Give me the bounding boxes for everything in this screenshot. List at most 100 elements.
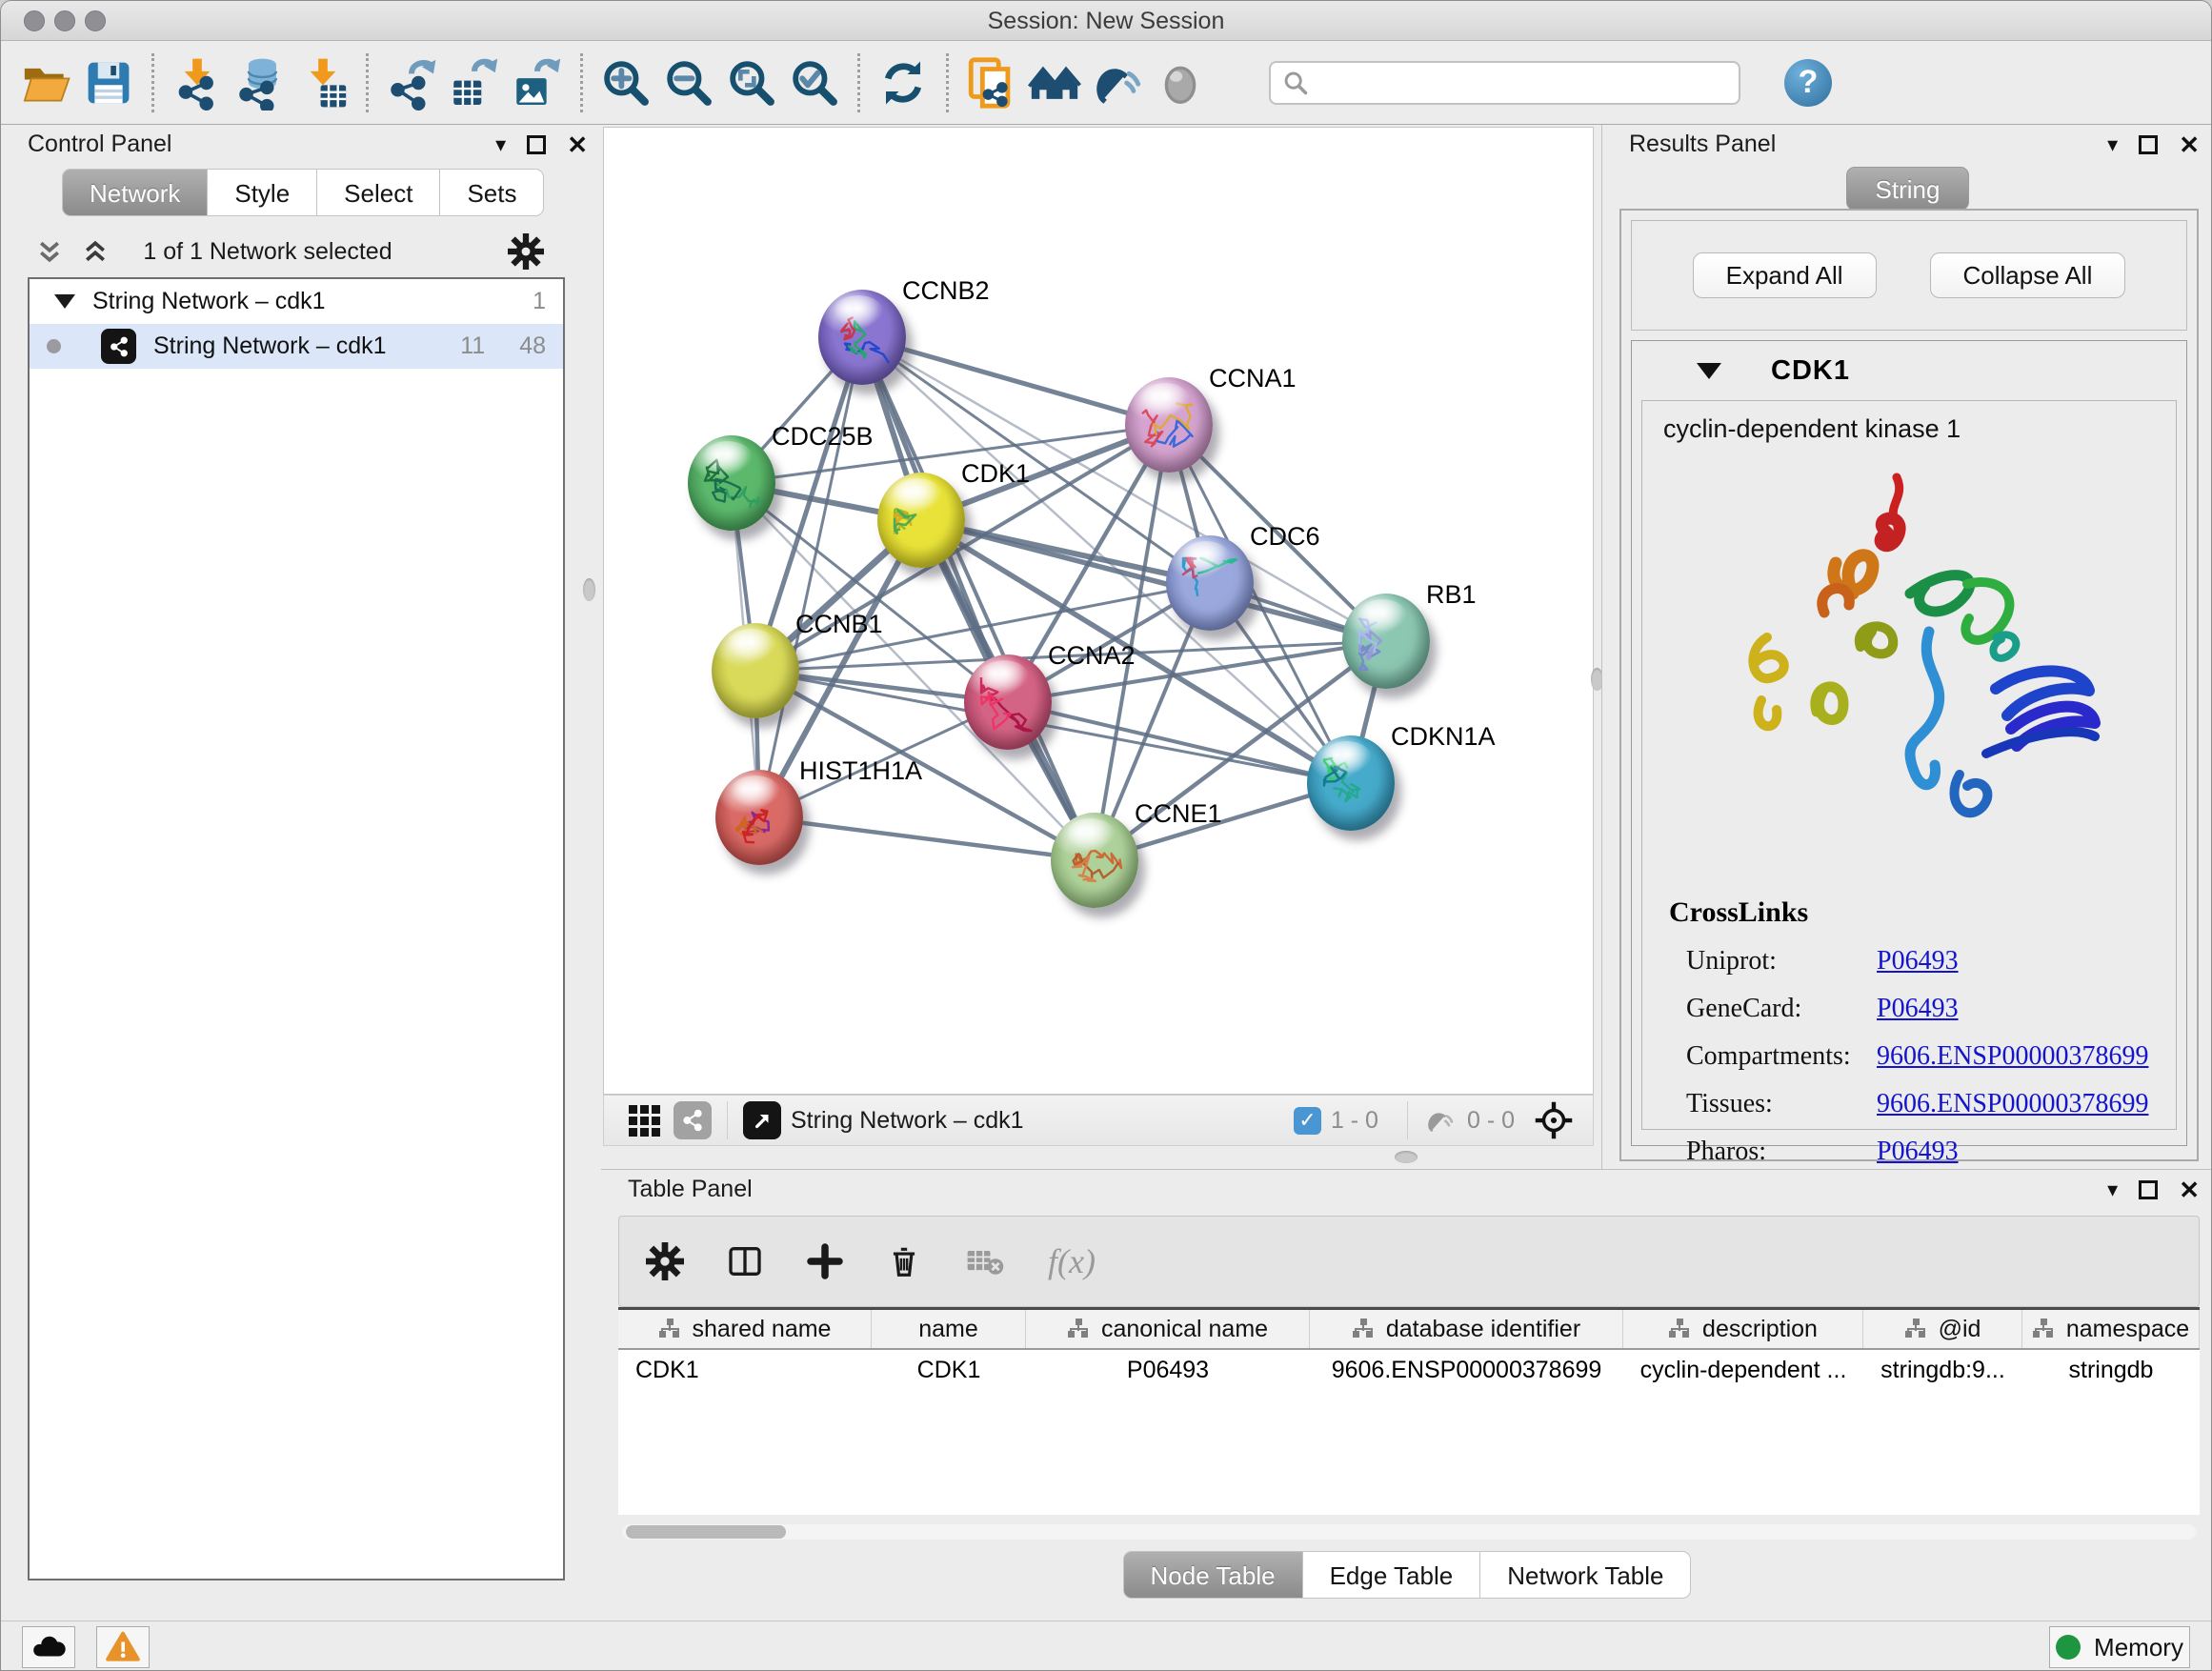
table-cell[interactable]: CDK1: [618, 1350, 872, 1390]
column-header-database-identifier[interactable]: database identifier: [1310, 1310, 1623, 1348]
close-panel-icon[interactable]: ✕: [567, 132, 588, 157]
table-cell[interactable]: stringdb:9...: [1863, 1350, 2022, 1390]
tab-network-table[interactable]: Network Table: [1480, 1551, 1691, 1599]
show-all-button[interactable]: [1149, 51, 1212, 114]
help-button[interactable]: ?: [1784, 59, 1832, 107]
export-network-button[interactable]: [380, 51, 443, 114]
import-network-file-button[interactable]: [166, 51, 229, 114]
table-cell[interactable]: cyclin-dependent ...: [1623, 1350, 1863, 1390]
network-row[interactable]: String Network – cdk1 11 48: [30, 324, 563, 369]
delete-column-icon[interactable]: [886, 1243, 922, 1279]
section-expander-icon[interactable]: [1697, 363, 1721, 379]
selected-checkbox-icon[interactable]: ✓: [1294, 1107, 1321, 1135]
collection-expander-icon[interactable]: [54, 294, 75, 309]
warnings-button[interactable]: [96, 1626, 150, 1668]
crosslink-link[interactable]: P06493: [1877, 994, 1959, 1024]
zoom-selected-button[interactable]: [783, 51, 846, 114]
node-CDK1[interactable]: [877, 473, 965, 568]
add-column-icon[interactable]: [806, 1242, 844, 1280]
show-columns-icon[interactable]: [726, 1242, 764, 1280]
node-CDC6[interactable]: [1166, 535, 1254, 631]
column-header-namespace[interactable]: namespace: [2022, 1310, 2200, 1348]
table-cell[interactable]: P06493: [1026, 1350, 1310, 1390]
network-options-gear[interactable]: [508, 233, 544, 274]
crosslink-link[interactable]: P06493: [1877, 946, 1959, 976]
cloud-status-button[interactable]: [22, 1626, 75, 1668]
refresh-button[interactable]: [872, 51, 935, 114]
tab-style[interactable]: Style: [208, 169, 317, 216]
protein-section-header[interactable]: CDK1: [1632, 341, 2186, 400]
collapse-all-button[interactable]: Collapse All: [1930, 252, 2126, 298]
node-CCNB2[interactable]: [818, 290, 906, 385]
tab-select[interactable]: Select: [317, 169, 440, 216]
network-share-icon[interactable]: [674, 1101, 712, 1139]
table-row[interactable]: CDK1CDK1P064939606.ENSP00000378699cyclin…: [618, 1350, 2200, 1390]
export-table-button[interactable]: [443, 51, 506, 114]
column-header--id[interactable]: @id: [1863, 1310, 2022, 1348]
panel-menu-icon[interactable]: ▾: [495, 132, 506, 157]
edge-CCNB2-HIST1H1A[interactable]: [759, 337, 862, 817]
new-network-from-selection-button[interactable]: [960, 51, 1023, 114]
float-panel-icon[interactable]: [2139, 135, 2158, 154]
hide-selected-button[interactable]: [1086, 51, 1149, 114]
edge-CCNA2-CDKN1A[interactable]: [1008, 702, 1351, 783]
tab-string[interactable]: String: [1846, 167, 1970, 211]
close-panel-icon[interactable]: ✕: [2179, 132, 2200, 157]
float-panel-icon[interactable]: [2139, 1180, 2158, 1199]
node-RB1[interactable]: [1342, 594, 1430, 689]
table-splitter-handle[interactable]: [1395, 1151, 1418, 1163]
network-collection-row[interactable]: String Network – cdk1 1: [30, 279, 563, 324]
grid-view-icon[interactable]: [629, 1105, 660, 1137]
tab-network[interactable]: Network: [62, 169, 208, 216]
column-header-shared-name[interactable]: shared name: [618, 1310, 872, 1348]
zoom-out-button[interactable]: [657, 51, 720, 114]
crosslink-link[interactable]: 9606.ENSP00000378699: [1877, 1041, 2148, 1072]
crosslink-link[interactable]: 9606.ENSP00000378699: [1877, 1089, 2148, 1119]
export-image-button[interactable]: [506, 51, 569, 114]
tab-node-table[interactable]: Node Table: [1123, 1551, 1303, 1599]
column-header-canonical-name[interactable]: canonical name: [1026, 1310, 1310, 1348]
node-CCNA1[interactable]: [1125, 377, 1213, 473]
left-splitter-handle[interactable]: [583, 578, 595, 601]
node-CCNA2[interactable]: [964, 654, 1052, 750]
panel-menu-icon[interactable]: ▾: [2107, 132, 2118, 157]
open-session-button[interactable]: [14, 51, 77, 114]
save-session-button[interactable]: [77, 51, 140, 114]
table-cell[interactable]: stringdb: [2022, 1350, 2200, 1390]
node-CCNE1[interactable]: [1051, 813, 1138, 908]
node-CDC25B[interactable]: [688, 435, 775, 531]
column-header-description[interactable]: description: [1623, 1310, 1863, 1348]
scrollbar-thumb[interactable]: [626, 1525, 786, 1539]
node-CCNB1[interactable]: [712, 623, 799, 718]
tab-edge-table[interactable]: Edge Table: [1303, 1551, 1481, 1599]
node-label-CDC6: CDC6: [1250, 522, 1320, 552]
table-options-gear-icon[interactable]: [646, 1242, 684, 1280]
edge-CCNB2-CCNA1[interactable]: [862, 337, 1169, 425]
tab-sets[interactable]: Sets: [440, 169, 544, 216]
panel-menu-icon[interactable]: ▾: [2107, 1178, 2118, 1202]
crosslink-link[interactable]: P06493: [1877, 1137, 1959, 1167]
open-in-new-window-button[interactable]: [743, 1101, 781, 1139]
node-HIST1H1A[interactable]: [715, 770, 803, 865]
close-panel-icon[interactable]: ✕: [2179, 1178, 2200, 1202]
home-icon: [1027, 55, 1082, 111]
memory-button[interactable]: Memory: [2049, 1626, 2190, 1668]
search-input[interactable]: [1317, 70, 1726, 96]
table-horizontal-scrollbar[interactable]: [622, 1524, 2196, 1540]
network-canvas[interactable]: CCNB2CCNA1CDC25BCDK1CDC6RB1CCNB1CCNA2CDK…: [603, 127, 1594, 1095]
column-header-name[interactable]: name: [872, 1310, 1026, 1348]
edge-HIST1H1A-CCNE1[interactable]: [759, 817, 1095, 860]
expand-all-button[interactable]: Expand All: [1693, 252, 1877, 298]
import-table-file-button[interactable]: [292, 51, 354, 114]
network-status-dot: [47, 339, 61, 353]
birdseye-crosshair-icon[interactable]: [1534, 1100, 1574, 1140]
home-button[interactable]: [1023, 51, 1086, 114]
table-cell[interactable]: CDK1: [872, 1350, 1026, 1390]
crosslink-label: GeneCard:: [1686, 994, 1877, 1024]
float-panel-icon[interactable]: [527, 135, 546, 154]
node-CDKN1A[interactable]: [1307, 735, 1395, 831]
table-cell[interactable]: 9606.ENSP00000378699: [1310, 1350, 1623, 1390]
import-network-database-button[interactable]: [229, 51, 292, 114]
zoom-fit-button[interactable]: [720, 51, 783, 114]
zoom-in-button[interactable]: [594, 51, 657, 114]
